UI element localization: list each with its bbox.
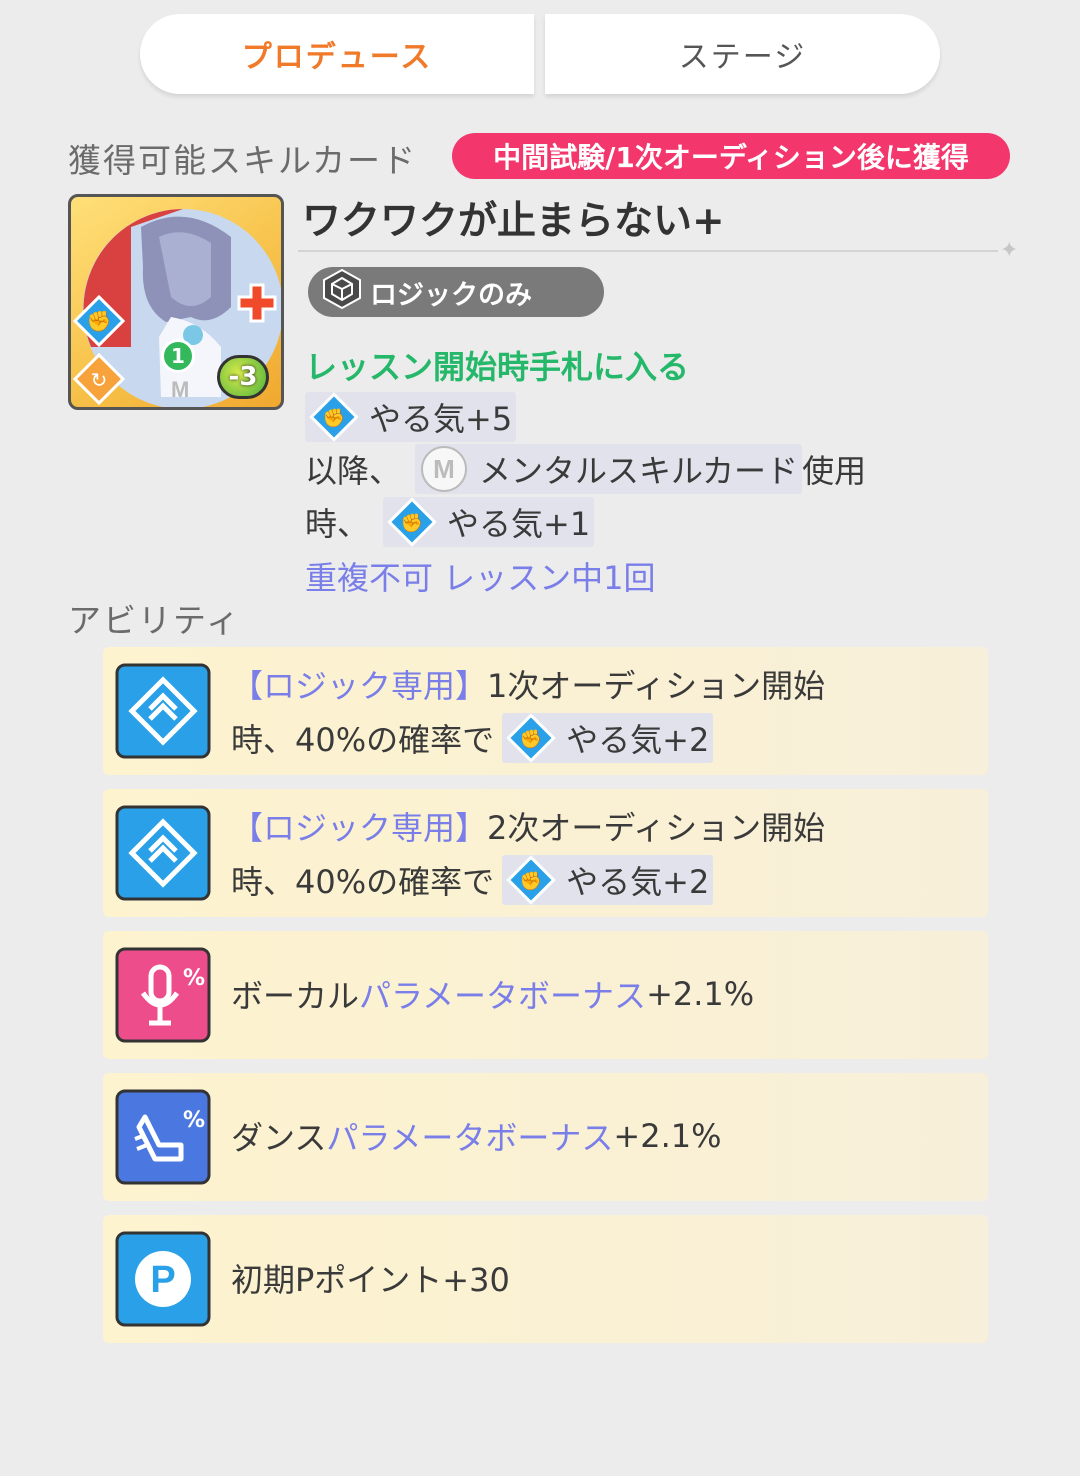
ability-text: 2次オーディション開始 [487, 809, 826, 847]
count-badge: 1 [161, 339, 195, 373]
skill-section-title: 獲得可能スキルカード [68, 141, 418, 180]
motivation-icon: ✊ [387, 497, 437, 547]
effect-prefix: 以降、 [305, 452, 402, 490]
svg-text:✊: ✊ [323, 408, 345, 429]
ability-item[interactable]: 【ロジック専用】 2次オーディション開始 時、40%の確率で ✊ やる気+2 [103, 789, 988, 917]
effect-line-1: ✊ やる気+5 [305, 392, 517, 442]
plus-icon [235, 281, 279, 325]
ability-logic-icon [115, 805, 211, 901]
effect-intro: レッスン開始時手札に入る [305, 348, 690, 386]
motivation-icon: ✊ [506, 855, 556, 905]
ability-line: ダンス パラメータボーナス +2.1% [231, 1113, 722, 1159]
ability-item[interactable]: P 初期Pポイント+30 [103, 1215, 988, 1343]
ability-line-2: 時、40%の確率で ✊ やる気+2 [231, 855, 714, 905]
ability-line-2: 時、40%の確率で ✊ やる気+2 [231, 713, 714, 763]
plan-type-chip: ロジックのみ [308, 267, 604, 317]
ability-prefix: 初期Pポイント+30 [231, 1261, 510, 1299]
ability-line-1: 【ロジック専用】 1次オーディション開始 [231, 661, 825, 707]
svg-text:%: % [183, 966, 205, 991]
vocal-mic-icon: % [115, 947, 211, 1043]
ability-line-1: 【ロジック専用】 2次オーディション開始 [231, 803, 825, 849]
skill-card-thumbnail[interactable]: M ✊ ↻ 1 -3 [68, 194, 284, 410]
ability-text: 時、40%の確率で [231, 863, 495, 901]
mental-card-chip: M メンタルスキルカード [415, 444, 803, 494]
acquire-timing-badge: 中間試験/1次オーディション後に獲得 [452, 133, 1010, 179]
dance-icon: % [115, 1089, 211, 1185]
effect-prefix-2: 時、 [305, 505, 370, 543]
plan-type-label: ロジックのみ [370, 279, 532, 311]
p-point-icon: P [115, 1231, 211, 1327]
ability-item[interactable]: 【ロジック専用】 1次オーディション開始 時、40%の確率で ✊ やる気+2 [103, 647, 988, 775]
svg-text:↻: ↻ [91, 368, 108, 392]
ability-tag: 【ロジック専用】 [231, 667, 488, 705]
svg-text:M: M [433, 454, 455, 484]
effect-line-3: 時、 ✊ やる気+1 [305, 497, 595, 547]
ability-line: 初期Pポイント+30 [231, 1255, 510, 1301]
ability-value: +2.1% [646, 975, 755, 1013]
effect-value-2: やる気+1 [447, 505, 591, 543]
ability-text: 時、40%の確率で [231, 721, 495, 759]
refresh-icon: ↻ [72, 352, 126, 406]
ability-value: +2.1% [613, 1117, 722, 1155]
tab-stage[interactable]: ステージ [545, 14, 940, 94]
effect-chip: ✊ やる気+2 [502, 855, 714, 905]
svg-text:%: % [183, 1108, 205, 1133]
effect-line-2: 以降、 M メンタルスキルカード 使用 [305, 444, 866, 494]
effect-value: やる気+5 [369, 400, 513, 438]
svg-text:✊: ✊ [87, 309, 112, 333]
mental-card-label: メンタルスキルカード [479, 452, 799, 490]
ability-highlight: パラメータボーナス [359, 977, 647, 1015]
ability-item[interactable]: % ボーカル パラメータボーナス +2.1% [103, 931, 988, 1059]
effect-value: やる気+2 [566, 863, 710, 901]
effect-suffix: 使用 [802, 452, 867, 490]
ability-prefix: ダンス [231, 1119, 327, 1157]
ability-section-title: アビリティ [68, 601, 242, 640]
tab-produce[interactable]: プロデュース [140, 14, 534, 94]
svg-text:M: M [171, 377, 189, 402]
ability-highlight: パラメータボーナス [326, 1119, 614, 1157]
cost-badge: -3 [217, 355, 269, 399]
ability-item[interactable]: % ダンス パラメータボーナス +2.1% [103, 1073, 988, 1201]
motivation-icon: ✊ [506, 713, 556, 763]
title-divider [298, 250, 998, 252]
logic-cube-icon [320, 267, 364, 318]
effect-chip: ✊ やる気+2 [502, 713, 714, 763]
effect-value: やる気+2 [566, 721, 710, 759]
skill-card-name: ワクワクが止まらない+ [302, 199, 725, 244]
ability-line: ボーカル パラメータボーナス +2.1% [231, 971, 754, 1017]
motivation-icon: ✊ [309, 392, 359, 442]
sparkle-icon: ✦ [1000, 238, 1019, 263]
svg-text:✊: ✊ [520, 729, 542, 750]
mental-m-icon: M [421, 446, 468, 492]
ability-text: 1次オーディション開始 [487, 667, 826, 705]
svg-text:✊: ✊ [401, 513, 423, 534]
svg-text:✊: ✊ [520, 871, 542, 892]
ability-prefix: ボーカル [231, 977, 360, 1015]
effect-chip: ✊ やる気+5 [305, 392, 517, 442]
tab-bar: プロデュース ステージ [140, 14, 940, 94]
ability-tag: 【ロジック専用】 [231, 809, 488, 847]
ability-logic-icon [115, 663, 211, 759]
effect-chip-2: ✊ やる気+1 [383, 497, 595, 547]
motivation-icon: ✊ [72, 294, 126, 348]
usage-limit: 重複不可 レッスン中1回 [305, 559, 656, 597]
svg-text:P: P [150, 1259, 175, 1301]
